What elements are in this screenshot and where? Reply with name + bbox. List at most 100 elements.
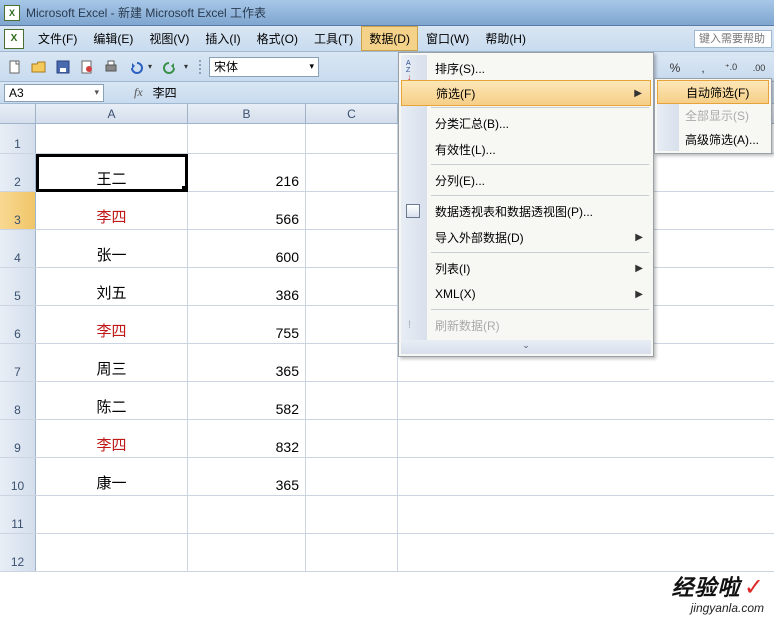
undo-button[interactable] — [124, 56, 146, 78]
cell[interactable]: 365 — [188, 458, 306, 495]
cell-selected[interactable]: 李四 — [36, 192, 188, 229]
new-button[interactable] — [4, 56, 26, 78]
pivot-table-icon — [406, 204, 420, 218]
row-header[interactable]: 12 — [0, 534, 36, 571]
cell[interactable] — [306, 458, 398, 495]
submenu-item-advanced-filter[interactable]: 高级筛选(A)... — [657, 127, 769, 151]
menu-item-text-to-columns[interactable]: 分列(E)... — [401, 167, 651, 193]
cell[interactable] — [36, 534, 188, 571]
cell[interactable]: 李四 — [36, 306, 188, 343]
cell[interactable] — [306, 192, 398, 229]
submenu-item-show-all: 全部显示(S) — [657, 103, 769, 127]
cell[interactable] — [306, 230, 398, 267]
menu-item-pivot[interactable]: 数据透视表和数据透视图(P)... — [401, 198, 651, 224]
cell[interactable]: 755 — [188, 306, 306, 343]
menu-separator — [431, 309, 649, 310]
menu-item-validation[interactable]: 有效性(L)... — [401, 136, 651, 162]
cell[interactable]: 365 — [188, 344, 306, 381]
cell[interactable]: 陈二 — [36, 382, 188, 419]
cell[interactable]: 582 — [188, 382, 306, 419]
undo-dropdown[interactable]: ▾ — [148, 62, 158, 71]
cell[interactable]: 216 — [188, 154, 306, 191]
menu-help[interactable]: 帮助(H) — [477, 26, 534, 51]
menu-item-list[interactable]: 列表(I) ▶ — [401, 255, 651, 281]
cell[interactable] — [306, 124, 398, 153]
menu-insert[interactable]: 插入(I) — [197, 26, 248, 51]
menu-item-label: 导入外部数据(D) — [435, 229, 524, 246]
menu-item-filter[interactable]: 筛选(F) ▶ — [401, 80, 651, 106]
row-header[interactable]: 9 — [0, 420, 36, 457]
cell[interactable] — [36, 496, 188, 533]
permissions-button[interactable] — [76, 56, 98, 78]
print-button[interactable] — [100, 56, 122, 78]
row-header[interactable]: 3 — [0, 192, 36, 229]
submenu-item-label: 高级筛选(A)... — [685, 131, 759, 148]
cell[interactable] — [306, 268, 398, 305]
row-header[interactable]: 7 — [0, 344, 36, 381]
cell[interactable] — [306, 420, 398, 457]
row-header[interactable]: 5 — [0, 268, 36, 305]
select-all-corner[interactable] — [0, 104, 36, 123]
cell[interactable]: 600 — [188, 230, 306, 267]
percent-style-button[interactable]: % — [664, 57, 686, 79]
cell[interactable]: 刘五 — [36, 268, 188, 305]
submenu-item-label: 全部显示(S) — [685, 107, 749, 124]
cell[interactable] — [306, 534, 398, 571]
menu-format[interactable]: 格式(O) — [249, 26, 306, 51]
menu-window[interactable]: 窗口(W) — [418, 26, 477, 51]
cell[interactable] — [306, 344, 398, 381]
menu-tools[interactable]: 工具(T) — [306, 26, 361, 51]
cell[interactable] — [306, 382, 398, 419]
menu-item-sort[interactable]: AZ↓ 排序(S)... — [401, 55, 651, 81]
menu-item-xml[interactable]: XML(X) ▶ — [401, 281, 651, 307]
menu-expand-chevron[interactable]: ⌄ — [401, 340, 651, 354]
cell[interactable]: 李四 — [36, 420, 188, 457]
cell[interactable]: 王二 — [36, 154, 188, 191]
menu-item-import-data[interactable]: 导入外部数据(D) ▶ — [401, 224, 651, 250]
help-search-input[interactable] — [694, 30, 772, 48]
cell[interactable] — [306, 154, 398, 191]
decrease-decimal-button[interactable]: .00 — [748, 57, 770, 79]
row-header[interactable]: 1 — [0, 124, 36, 153]
submenu-item-autofilter[interactable]: 自动筛选(F) — [657, 80, 769, 104]
redo-dropdown[interactable]: ▾ — [184, 62, 194, 71]
row-header[interactable]: 10 — [0, 458, 36, 495]
column-header-A[interactable]: A — [36, 104, 188, 123]
cell[interactable] — [188, 124, 306, 153]
column-header-C[interactable]: C — [306, 104, 398, 123]
row-header[interactable]: 8 — [0, 382, 36, 419]
cell[interactable] — [36, 124, 188, 153]
open-button[interactable] — [28, 56, 50, 78]
increase-decimal-button[interactable]: ⁺.0 — [720, 57, 742, 79]
cell[interactable] — [188, 534, 306, 571]
checkmark-icon: ✓ — [744, 574, 764, 601]
excel-doc-icon[interactable]: X — [4, 29, 24, 49]
row-header[interactable]: 4 — [0, 230, 36, 267]
name-box[interactable]: A3 ▾ — [4, 84, 104, 102]
cell[interactable]: 566 — [188, 192, 306, 229]
watermark-url: jingyanla.com — [672, 602, 764, 615]
row-header[interactable]: 6 — [0, 306, 36, 343]
save-button[interactable] — [52, 56, 74, 78]
cell[interactable]: 386 — [188, 268, 306, 305]
cell[interactable]: 周三 — [36, 344, 188, 381]
menu-file[interactable]: 文件(F) — [30, 26, 85, 51]
row-header[interactable]: 2 — [0, 154, 36, 191]
font-name-select[interactable]: 宋体 ▾ — [209, 57, 319, 77]
row-header[interactable]: 11 — [0, 496, 36, 533]
column-header-B[interactable]: B — [188, 104, 306, 123]
menu-edit[interactable]: 编辑(E) — [85, 26, 141, 51]
grid-row: 12 — [0, 534, 774, 572]
cell[interactable] — [306, 306, 398, 343]
redo-button[interactable] — [160, 56, 182, 78]
cell[interactable]: 康一 — [36, 458, 188, 495]
cell[interactable] — [188, 496, 306, 533]
comma-style-button[interactable]: , — [692, 57, 714, 79]
menu-view[interactable]: 视图(V) — [141, 26, 197, 51]
menu-item-subtotal[interactable]: 分类汇总(B)... — [401, 110, 651, 136]
menu-data[interactable]: 数据(D) — [361, 26, 418, 51]
fx-icon[interactable]: fx — [134, 85, 143, 100]
cell[interactable] — [306, 496, 398, 533]
cell[interactable]: 832 — [188, 420, 306, 457]
cell[interactable]: 张一 — [36, 230, 188, 267]
